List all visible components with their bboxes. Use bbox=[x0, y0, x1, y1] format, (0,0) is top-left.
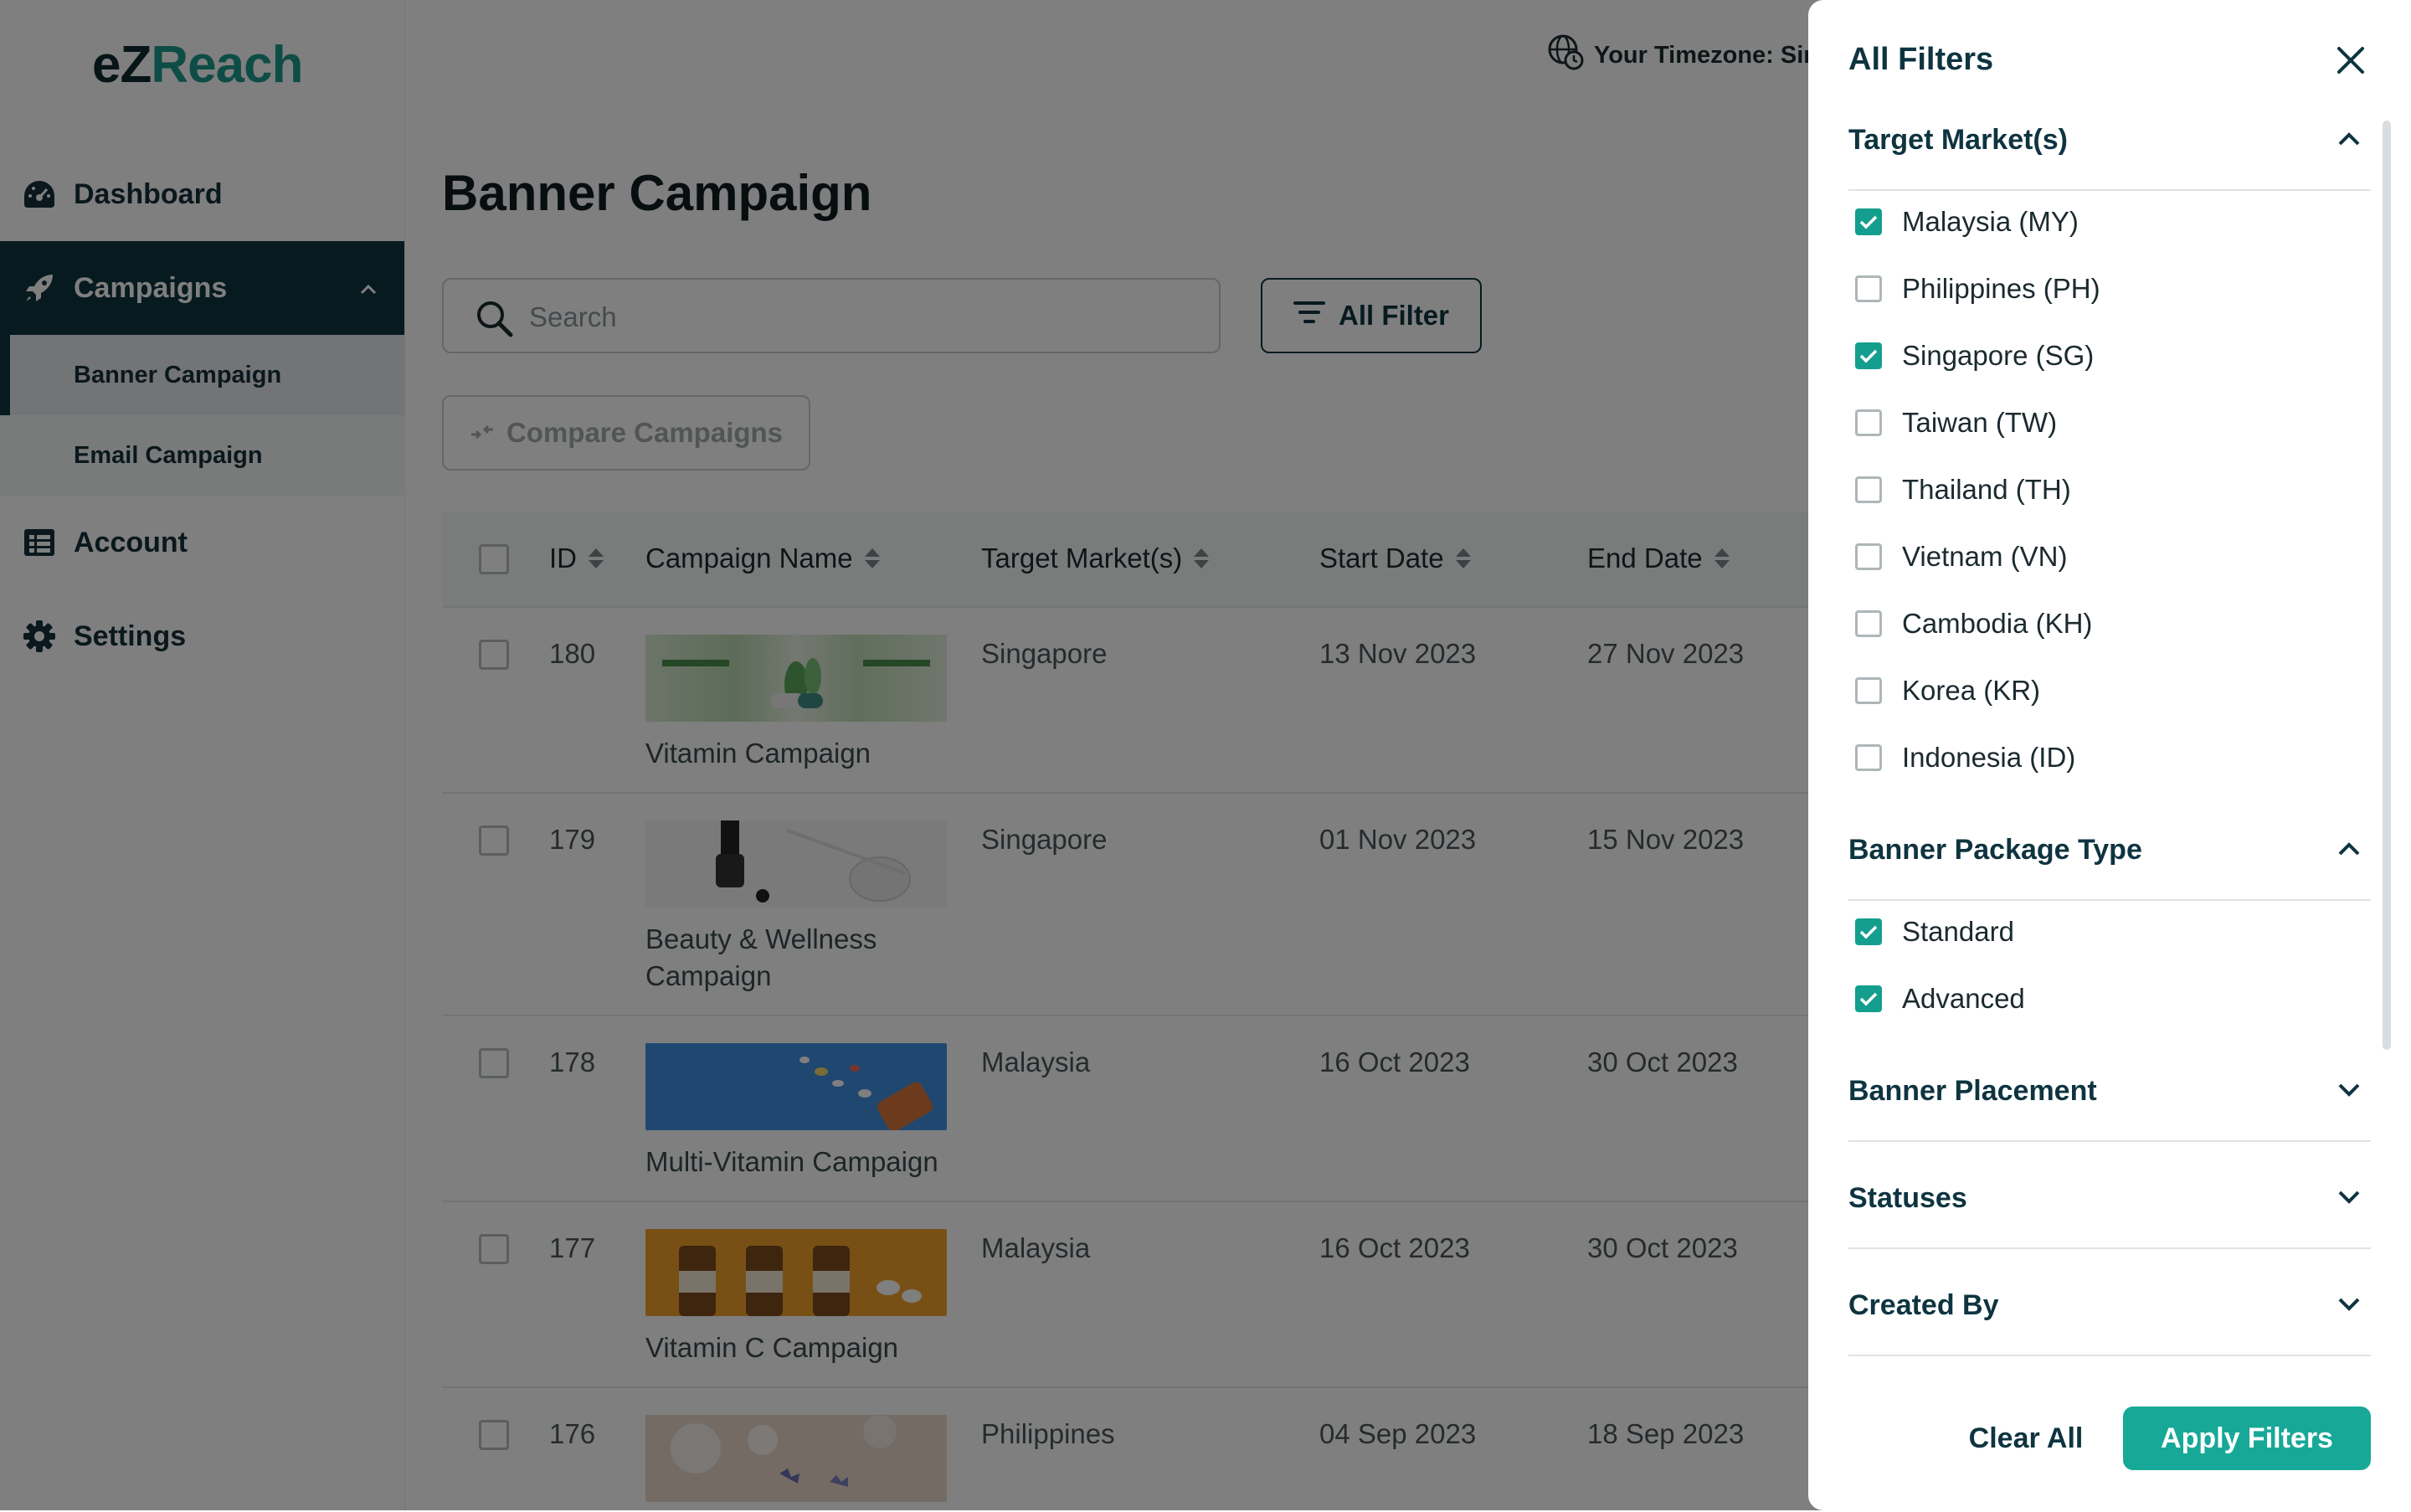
chevron-up-icon bbox=[2337, 131, 2361, 147]
market-option-id[interactable]: Indonesia (ID) bbox=[1855, 737, 2075, 779]
checkbox-checked[interactable] bbox=[1855, 208, 1882, 235]
checkbox[interactable] bbox=[1855, 275, 1882, 302]
checkbox[interactable] bbox=[1855, 409, 1882, 436]
checkbox[interactable] bbox=[1855, 476, 1882, 503]
checkbox[interactable] bbox=[1855, 543, 1882, 570]
checkbox[interactable] bbox=[1855, 744, 1882, 771]
section-banner-placement[interactable]: Banner Placement bbox=[1848, 1075, 2371, 1142]
market-option-ph[interactable]: Philippines (PH) bbox=[1855, 268, 2100, 310]
close-icon[interactable] bbox=[2332, 42, 2369, 79]
section-created-by[interactable]: Created By bbox=[1848, 1289, 2371, 1356]
section-statuses[interactable]: Statuses bbox=[1848, 1182, 2371, 1249]
market-option-th[interactable]: Thailand (TH) bbox=[1855, 469, 2071, 511]
market-option-kh[interactable]: Cambodia (KH) bbox=[1855, 603, 2092, 645]
chevron-down-icon bbox=[2337, 1189, 2361, 1206]
market-option-vn[interactable]: Vietnam (VN) bbox=[1855, 536, 2067, 578]
checkbox[interactable] bbox=[1855, 677, 1882, 704]
chevron-down-icon bbox=[2337, 1296, 2361, 1313]
market-option-sg[interactable]: Singapore (SG) bbox=[1855, 335, 2094, 377]
section-banner-package-type[interactable]: Banner Package Type bbox=[1848, 834, 2371, 901]
package-option-advanced[interactable]: Advanced bbox=[1855, 978, 2025, 1020]
checkbox[interactable] bbox=[1855, 610, 1882, 637]
checkbox-checked[interactable] bbox=[1855, 342, 1882, 369]
apply-filters-button[interactable]: Apply Filters bbox=[2123, 1407, 2371, 1470]
market-option-my[interactable]: Malaysia (MY) bbox=[1855, 201, 2079, 243]
checkbox-checked[interactable] bbox=[1855, 918, 1882, 945]
chevron-up-icon bbox=[2337, 841, 2361, 857]
all-filters-drawer: All Filters Target Market(s) Malaysia (M… bbox=[1808, 0, 2411, 1510]
package-option-standard[interactable]: Standard bbox=[1855, 911, 2014, 953]
market-option-kr[interactable]: Korea (KR) bbox=[1855, 670, 2040, 712]
drawer-title: All Filters bbox=[1848, 42, 1994, 77]
checkbox-checked[interactable] bbox=[1855, 985, 1882, 1012]
clear-all-button[interactable]: Clear All bbox=[1959, 1407, 2093, 1470]
section-target-markets[interactable]: Target Market(s) bbox=[1848, 124, 2371, 191]
market-option-tw[interactable]: Taiwan (TW) bbox=[1855, 402, 2057, 444]
chevron-down-icon bbox=[2337, 1082, 2361, 1098]
drawer-scrollbar[interactable] bbox=[2383, 121, 2391, 1050]
